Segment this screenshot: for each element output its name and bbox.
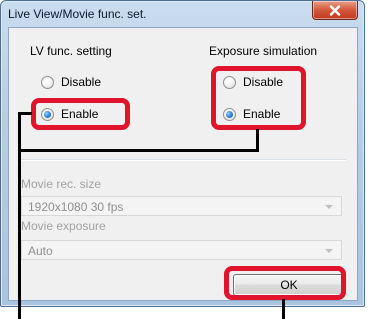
chevron-down-icon	[325, 249, 333, 253]
movie-exposure-value: Auto	[28, 244, 53, 258]
close-icon	[329, 4, 341, 16]
window-title: Live View/Movie func. set.	[8, 7, 147, 21]
lv-func-disable-label: Disable	[61, 75, 102, 89]
separator	[21, 159, 346, 161]
lv-func-heading: LV func. setting	[30, 44, 112, 58]
dialog-window: Live View/Movie func. set. LV func. sett…	[0, 0, 365, 307]
callout-line	[21, 149, 259, 152]
callout-line	[282, 299, 285, 319]
dialog-body: LV func. setting Disable Enable Exposure…	[8, 27, 358, 301]
lv-func-disable-option[interactable]: Disable	[41, 75, 101, 89]
callout-line	[18, 112, 21, 319]
highlight-exposure-options	[211, 66, 306, 130]
title-bar[interactable]: Live View/Movie func. set.	[1, 1, 364, 27]
movie-rec-size-select[interactable]: 1920x1080 30 fps	[21, 196, 342, 216]
movie-rec-size-value: 1920x1080 30 fps	[28, 200, 124, 214]
close-button[interactable]	[312, 1, 358, 20]
chevron-down-icon	[325, 205, 333, 209]
exposure-sim-heading: Exposure simulation	[209, 44, 318, 58]
lv-func-disable-radio[interactable]	[41, 75, 54, 89]
highlight-lv-enable	[31, 98, 130, 130]
movie-rec-size-label: Movie rec. size	[21, 177, 102, 191]
highlight-ok-button	[224, 266, 346, 300]
movie-exposure-select[interactable]: Auto	[21, 240, 342, 260]
movie-exposure-label: Movie exposure	[21, 219, 106, 233]
